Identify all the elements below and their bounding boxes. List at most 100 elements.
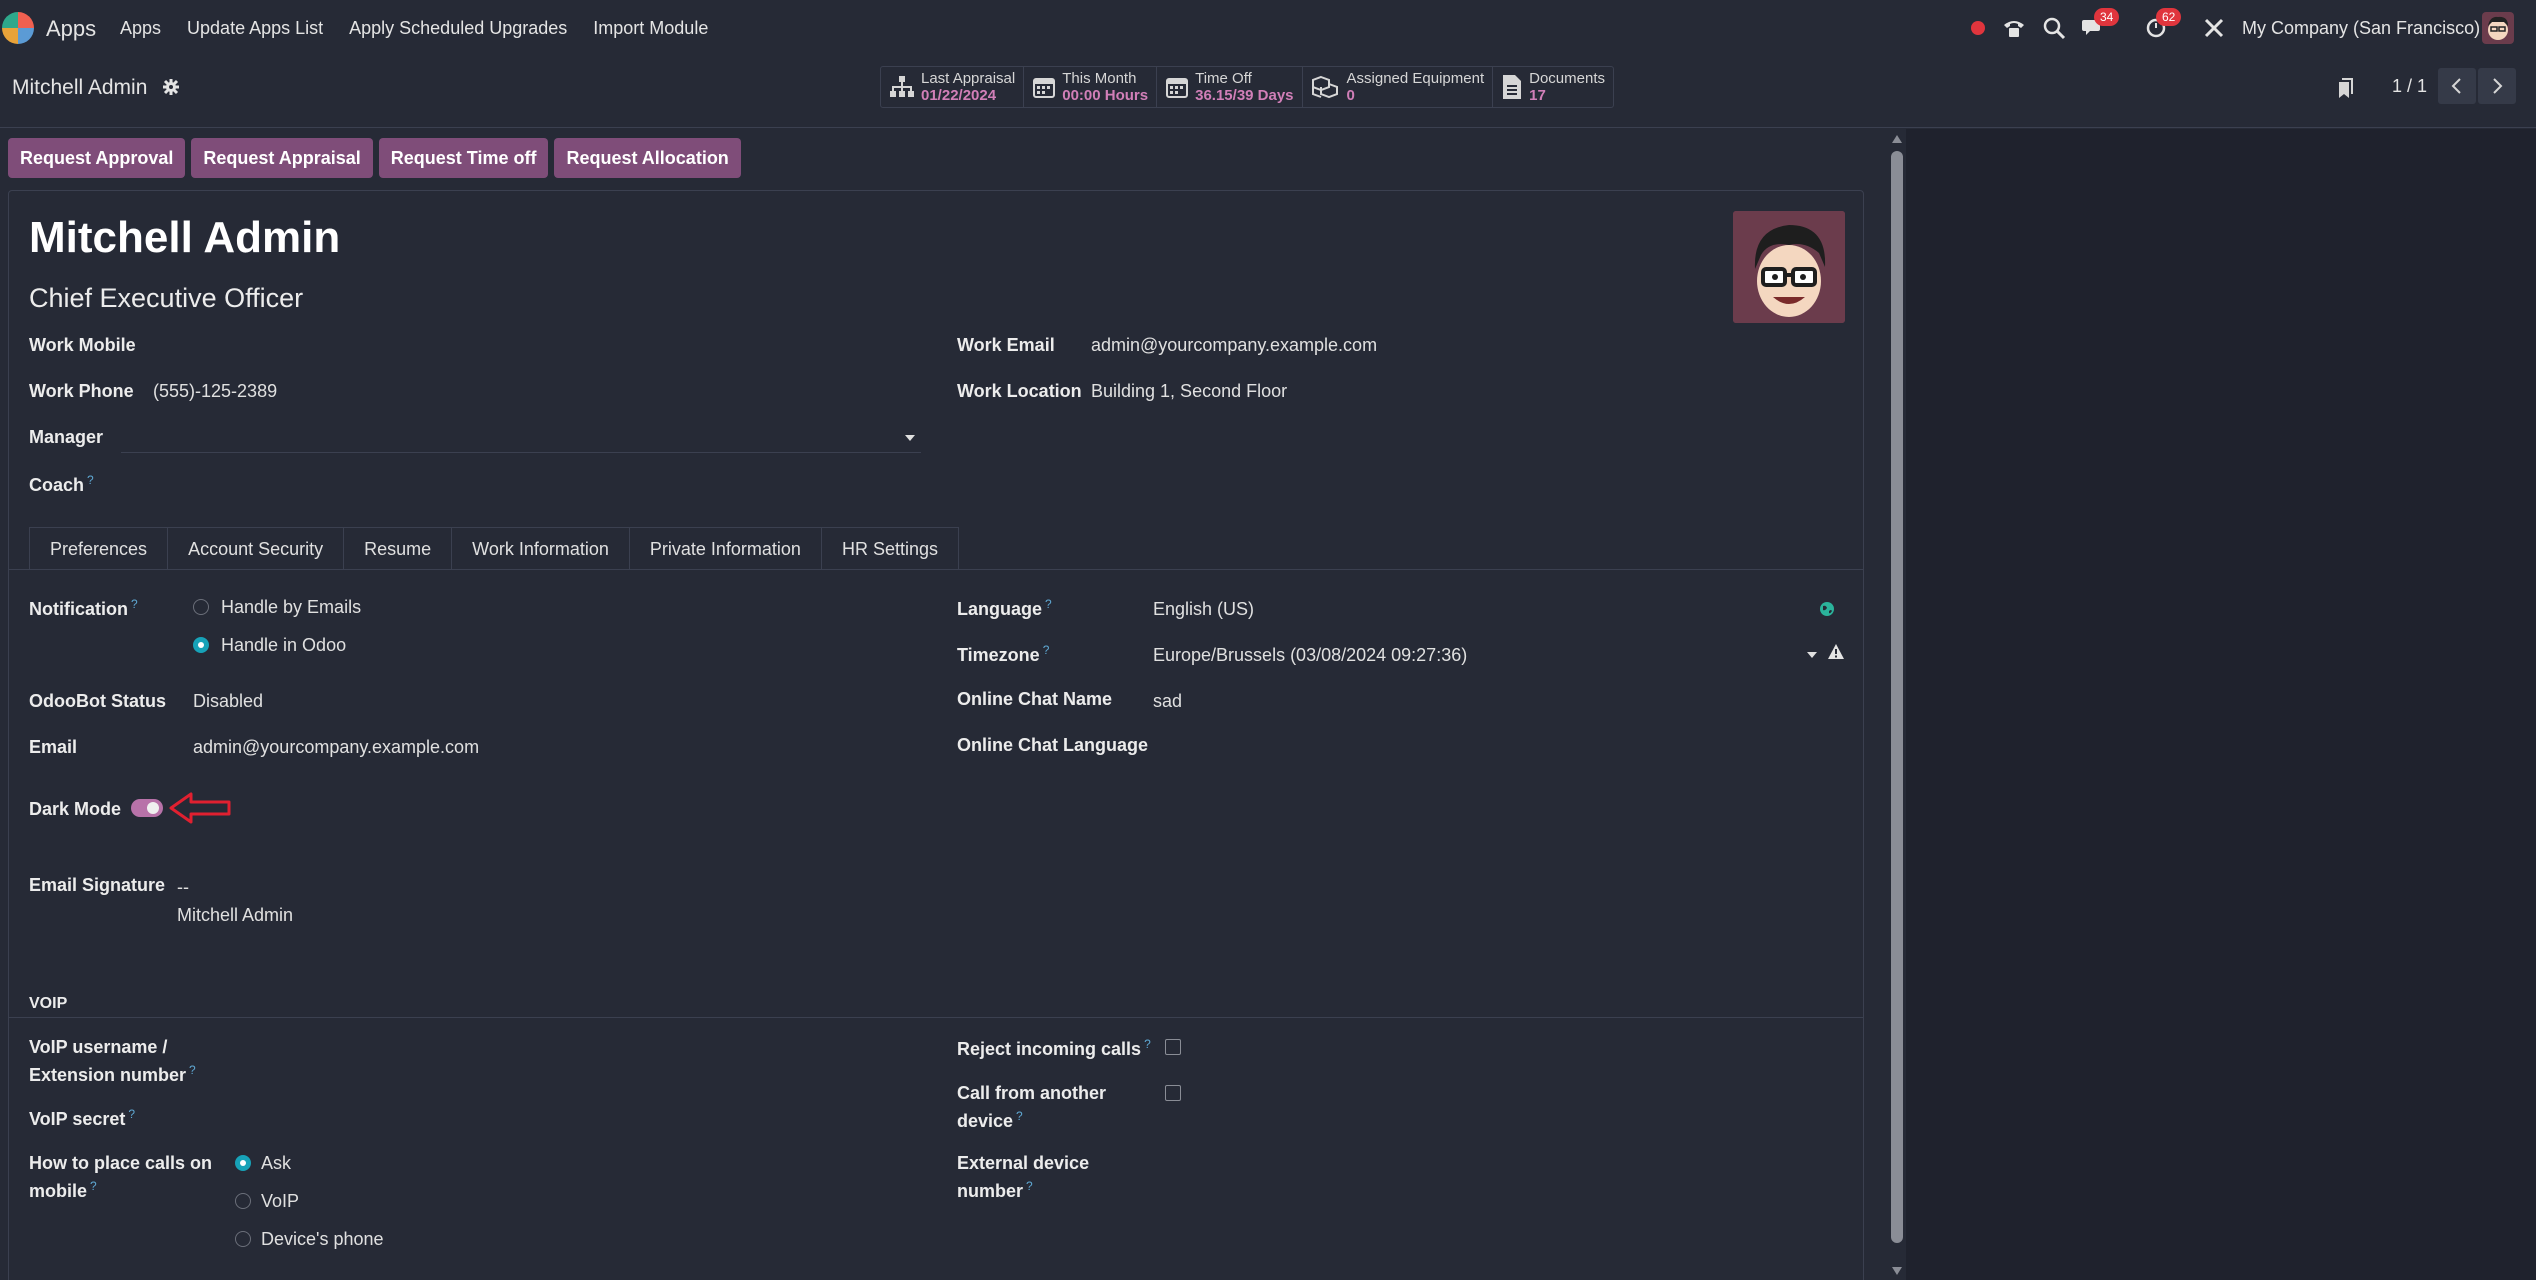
email-signature-line-2[interactable]: Mitchell Admin bbox=[177, 905, 293, 926]
form-scrollbar[interactable] bbox=[1888, 129, 1906, 1280]
tab-resume[interactable]: Resume bbox=[343, 527, 453, 569]
option-call-devices-phone[interactable]: Device's phone bbox=[261, 1229, 384, 1250]
user-avatar[interactable] bbox=[2482, 12, 2514, 44]
tab-private-information[interactable]: Private Information bbox=[628, 527, 822, 569]
help-tooltip-icon[interactable]: ? bbox=[1045, 597, 1052, 611]
pager-previous-button[interactable] bbox=[2438, 68, 2476, 104]
employee-job-title[interactable]: Chief Executive Officer bbox=[29, 283, 303, 314]
email-signature-line-1[interactable]: -- bbox=[177, 877, 189, 898]
request-appraisal-button[interactable]: Request Appraisal bbox=[191, 138, 373, 178]
timezone-dropdown-icon[interactable] bbox=[1807, 652, 1817, 658]
work-email-value[interactable]: admin@yourcompany.example.com bbox=[1091, 335, 1377, 356]
globe-icon[interactable] bbox=[1819, 601, 1835, 617]
tab-preferences[interactable]: Preferences bbox=[29, 527, 169, 569]
app-brand[interactable]: Apps bbox=[46, 16, 96, 42]
stat-value: 01/22/2024 bbox=[921, 87, 997, 104]
scroll-down-arrow-icon[interactable] bbox=[1892, 1267, 1902, 1275]
timezone-value[interactable]: Europe/Brussels (03/08/2024 09:27:36) bbox=[1153, 645, 1467, 666]
stat-label: Documents bbox=[1529, 70, 1605, 87]
breadcrumb-title: Mitchell Admin bbox=[12, 76, 148, 99]
recording-dot-icon[interactable] bbox=[1964, 14, 1992, 42]
calls-on-mobile-label-line-1: How to place calls on bbox=[29, 1153, 213, 1173]
option-call-voip[interactable]: VoIP bbox=[261, 1191, 299, 1212]
language-label: Language? bbox=[957, 597, 1052, 620]
option-call-ask[interactable]: Ask bbox=[261, 1153, 291, 1174]
call-from-another-device-checkbox[interactable] bbox=[1165, 1085, 1181, 1101]
radio-handle-by-emails[interactable] bbox=[193, 599, 209, 615]
help-tooltip-icon[interactable]: ? bbox=[87, 473, 94, 487]
activities-clock-icon[interactable]: 62 bbox=[2142, 8, 2182, 42]
employee-avatar[interactable] bbox=[1733, 211, 1845, 323]
stat-value: 0 bbox=[1346, 87, 1355, 104]
dark-mode-toggle[interactable] bbox=[131, 799, 163, 817]
request-time-off-button[interactable]: Request Time off bbox=[378, 138, 549, 178]
debug-tools-icon[interactable] bbox=[2200, 14, 2228, 42]
chatter-pane bbox=[1906, 129, 2536, 1280]
chevron-right-icon bbox=[2493, 78, 2503, 94]
search-icon[interactable] bbox=[2040, 14, 2068, 42]
help-tooltip-icon[interactable]: ? bbox=[90, 1179, 97, 1193]
stat-documents[interactable]: Documents 17 bbox=[1493, 67, 1613, 107]
coach-label: Coach? bbox=[29, 473, 94, 496]
online-chat-name-value[interactable]: sad bbox=[1153, 691, 1182, 712]
scroll-thumb[interactable] bbox=[1891, 151, 1903, 1243]
option-handle-by-emails[interactable]: Handle by Emails bbox=[221, 597, 361, 618]
radio-handle-in-odoo[interactable] bbox=[193, 637, 209, 653]
header-buttons: Request Approval Request Appraisal Reque… bbox=[8, 138, 741, 178]
stat-time-off[interactable]: Time Off 36.15/39 Days bbox=[1157, 67, 1303, 107]
radio-call-ask[interactable] bbox=[235, 1155, 251, 1171]
employee-name[interactable]: Mitchell Admin bbox=[29, 213, 340, 263]
menu-item-import-module[interactable]: Import Module bbox=[593, 18, 708, 39]
messages-icon[interactable]: 34 bbox=[2080, 8, 2120, 42]
notification-label-text: Notification bbox=[29, 599, 128, 619]
menu-item-apps[interactable]: Apps bbox=[120, 18, 161, 39]
pager-value[interactable]: 1 / 1 bbox=[2392, 76, 2427, 97]
manager-dropdown-icon[interactable] bbox=[905, 435, 915, 441]
option-handle-in-odoo[interactable]: Handle in Odoo bbox=[221, 635, 346, 656]
scroll-up-arrow-icon[interactable] bbox=[1892, 135, 1902, 143]
help-tooltip-icon[interactable]: ? bbox=[1144, 1037, 1151, 1051]
call-from-another-device-label-line-2: device bbox=[957, 1111, 1014, 1131]
gear-icon[interactable] bbox=[162, 78, 180, 96]
reject-incoming-calls-label: Reject incoming calls? bbox=[957, 1037, 1151, 1060]
help-tooltip-icon[interactable]: ? bbox=[1043, 643, 1050, 657]
work-phone-value[interactable]: (555)-125-2389 bbox=[153, 381, 277, 402]
work-location-value[interactable]: Building 1, Second Floor bbox=[1091, 381, 1287, 402]
menu-item-update-apps-list[interactable]: Update Apps List bbox=[187, 18, 323, 39]
company-switcher[interactable]: My Company (San Francisco) bbox=[2242, 18, 2480, 39]
pager-next-button[interactable] bbox=[2478, 68, 2516, 104]
tab-hr-settings[interactable]: HR Settings bbox=[820, 527, 959, 569]
request-allocation-button[interactable]: Request Allocation bbox=[554, 138, 741, 178]
cubes-icon bbox=[1311, 75, 1338, 99]
apps-logo-icon[interactable] bbox=[0, 10, 36, 46]
menu-item-apply-scheduled-upgrades[interactable]: Apply Scheduled Upgrades bbox=[349, 18, 567, 39]
work-mobile-label: Work Mobile bbox=[29, 335, 136, 355]
tab-work-information[interactable]: Work Information bbox=[451, 527, 630, 569]
radio-call-devices-phone[interactable] bbox=[235, 1231, 251, 1247]
help-tooltip-icon[interactable]: ? bbox=[1026, 1179, 1033, 1193]
stat-assigned-equipment[interactable]: Assigned Equipment 0 bbox=[1303, 67, 1494, 107]
radio-call-voip[interactable] bbox=[235, 1193, 251, 1209]
tab-account-security[interactable]: Account Security bbox=[167, 527, 345, 569]
email-value[interactable]: admin@yourcompany.example.com bbox=[193, 737, 479, 758]
help-tooltip-icon[interactable]: ? bbox=[128, 1107, 135, 1121]
stat-last-appraisal[interactable]: Last Appraisal 01/22/2024 bbox=[881, 67, 1025, 107]
request-approval-button[interactable]: Request Approval bbox=[8, 138, 186, 178]
help-tooltip-icon[interactable]: ? bbox=[131, 597, 138, 611]
activities-badge: 62 bbox=[2156, 8, 2182, 26]
email-label: Email bbox=[29, 737, 78, 757]
manager-field[interactable] bbox=[121, 451, 921, 453]
stat-this-month[interactable]: This Month 00:00 Hours bbox=[1024, 67, 1158, 107]
warning-icon[interactable] bbox=[1827, 643, 1845, 661]
help-tooltip-icon[interactable]: ? bbox=[189, 1063, 196, 1077]
stat-label: This Month bbox=[1062, 70, 1137, 87]
voip-username-label: Extension number? bbox=[29, 1063, 196, 1086]
bookmark-icon[interactable] bbox=[2335, 78, 2355, 100]
voip-phone-icon[interactable] bbox=[2000, 14, 2028, 42]
smart-buttons: Last Appraisal 01/22/2024 This Month 00:00… bbox=[880, 66, 1614, 108]
help-tooltip-icon[interactable]: ? bbox=[1016, 1109, 1023, 1123]
stat-label: Time Off bbox=[1195, 70, 1252, 87]
language-value[interactable]: English (US) bbox=[1153, 599, 1254, 620]
top-menu: Apps Update Apps List Apply Scheduled Up… bbox=[120, 18, 708, 39]
reject-incoming-calls-checkbox[interactable] bbox=[1165, 1039, 1181, 1055]
